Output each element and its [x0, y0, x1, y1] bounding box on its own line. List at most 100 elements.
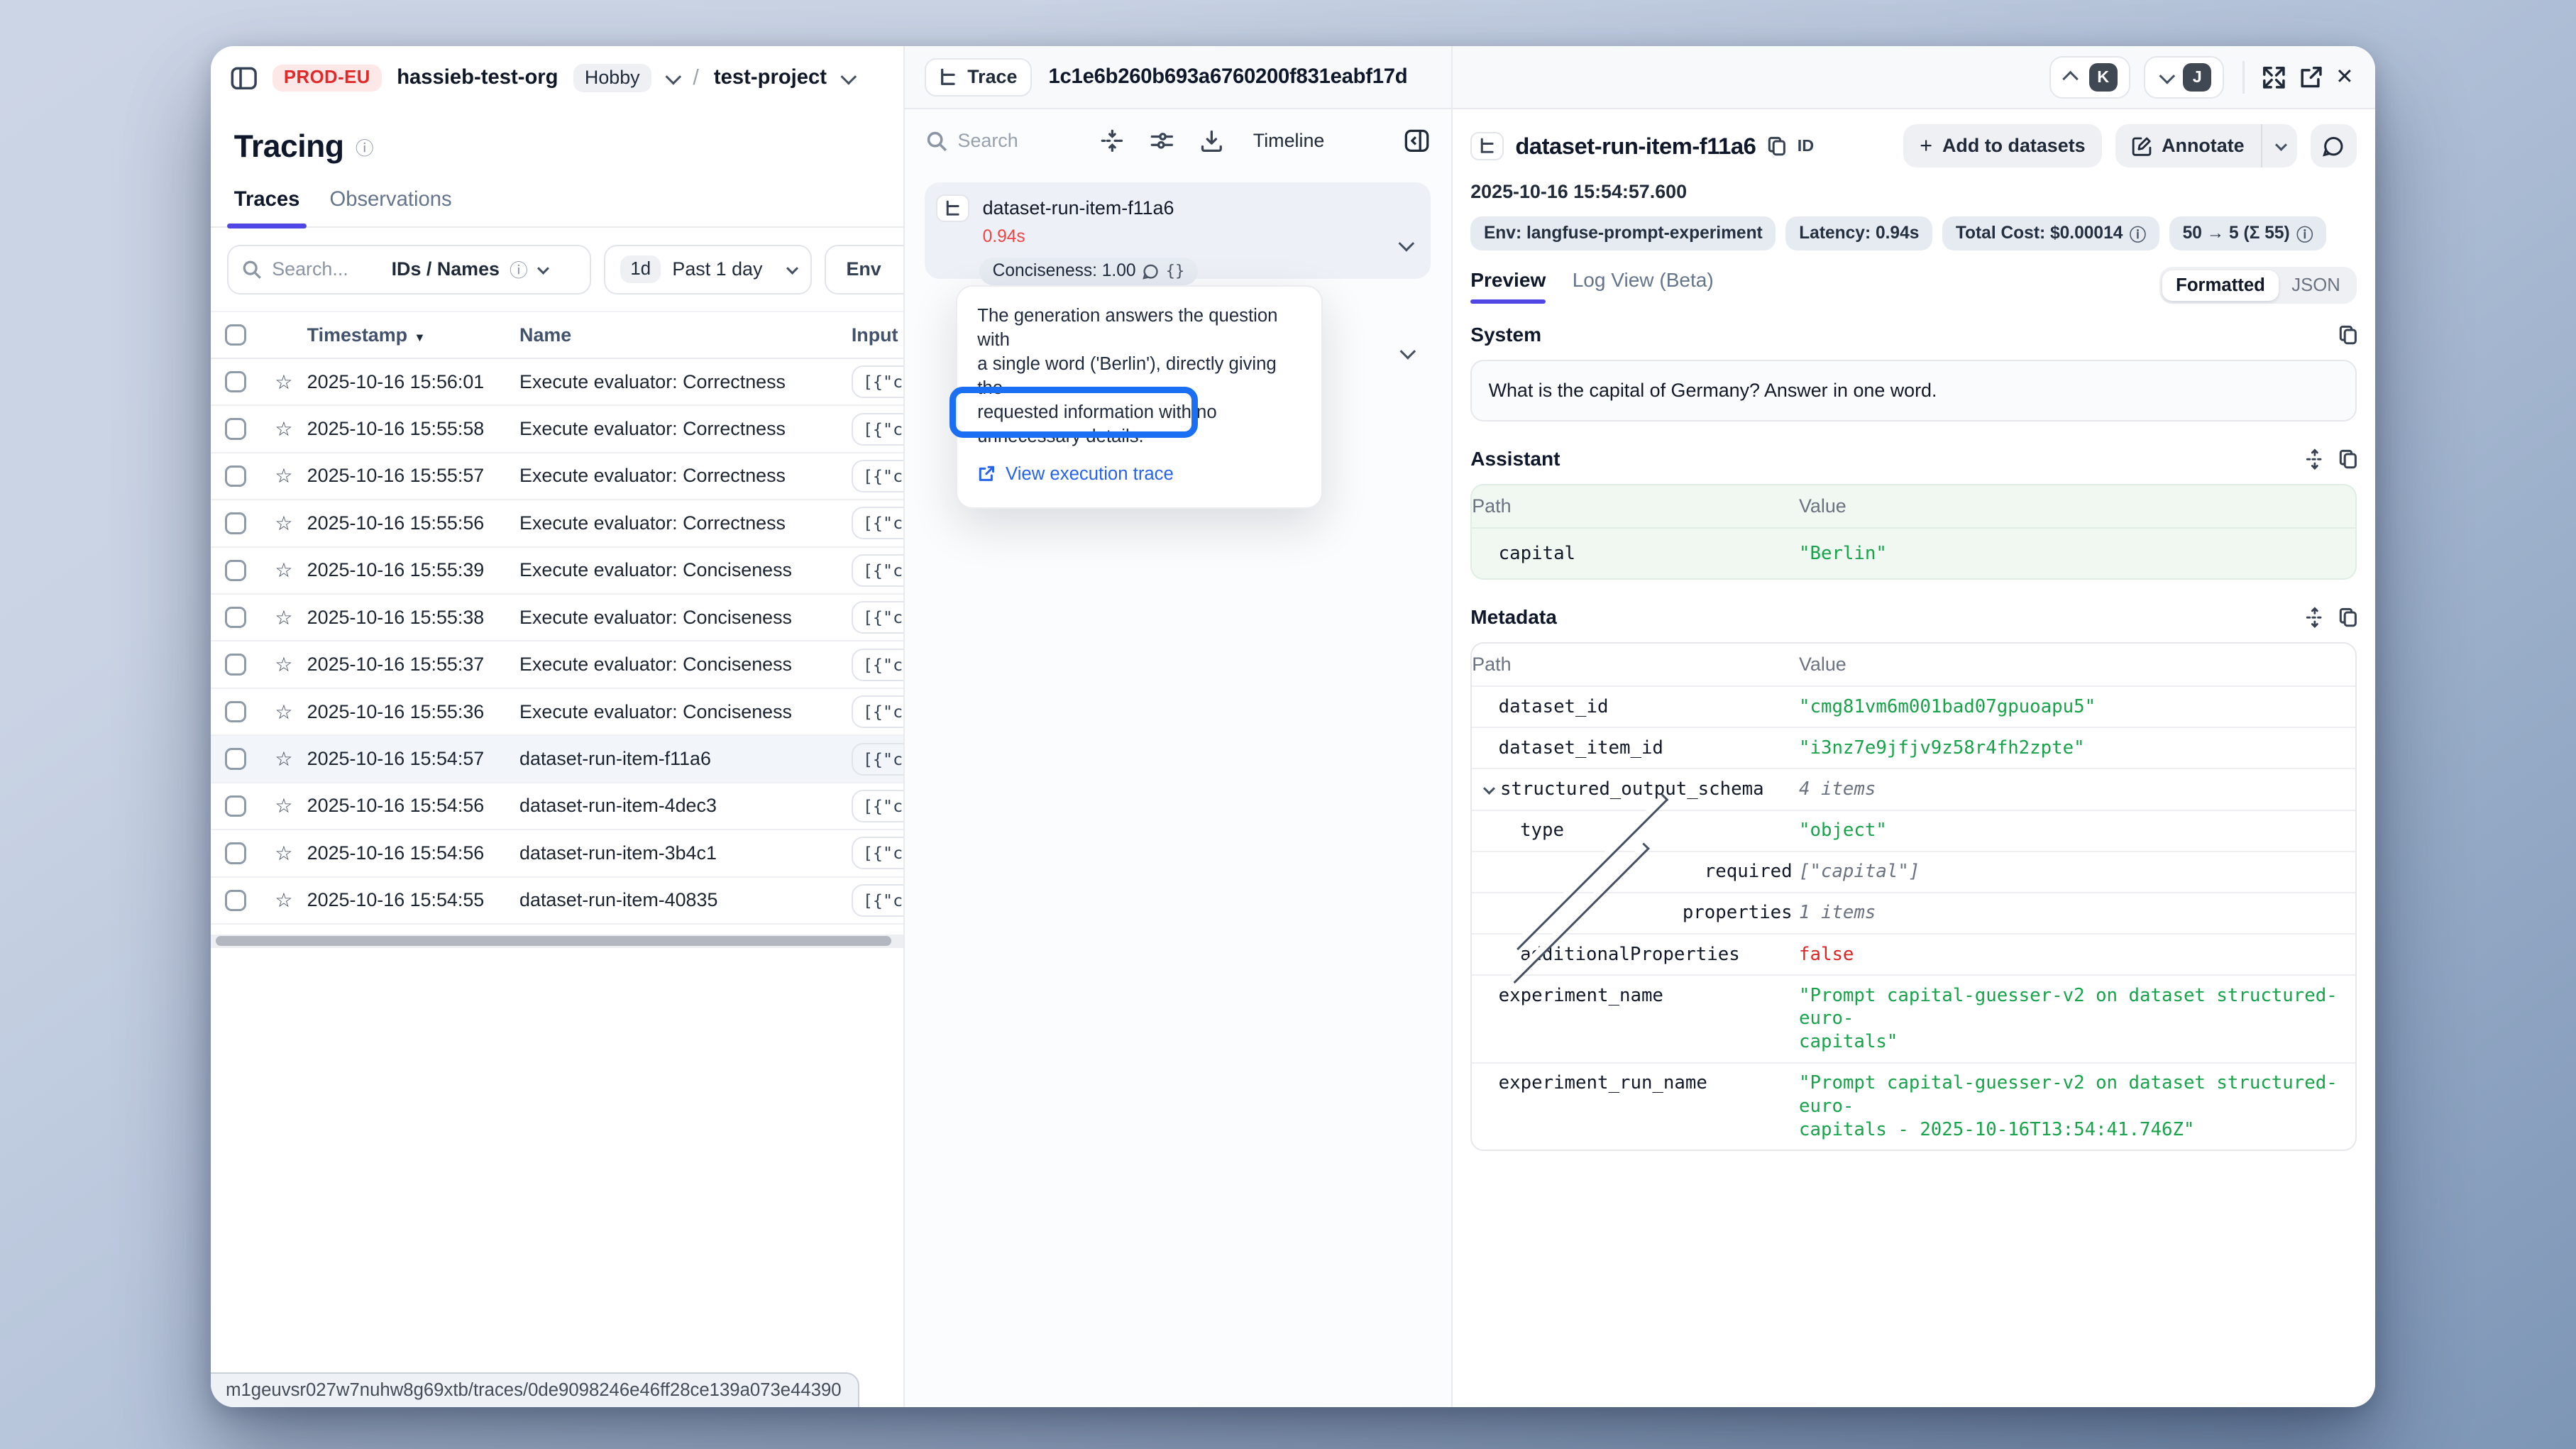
table-row[interactable]: ☆ 2025-10-16 15:55:57 Execute evaluator:… — [211, 453, 903, 500]
copy-icon[interactable] — [2339, 607, 2357, 628]
expand-rows-icon[interactable] — [2306, 448, 2324, 470]
star-icon[interactable]: ☆ — [260, 747, 307, 771]
format-formatted[interactable]: Formatted — [2162, 270, 2278, 301]
copy-icon[interactable] — [2339, 448, 2357, 470]
tree-search-input[interactable] — [958, 130, 1074, 152]
annotate-button[interactable]: Annotate — [2115, 124, 2262, 167]
column-name[interactable]: Name — [519, 324, 852, 346]
tab-preview[interactable]: Preview — [1470, 269, 1546, 302]
project-name[interactable]: test-project — [714, 66, 827, 89]
row-input-preview[interactable]: [{"cor — [852, 649, 903, 681]
copy-icon[interactable] — [2339, 325, 2357, 345]
collapse-all-icon[interactable] — [1101, 129, 1124, 153]
star-icon[interactable]: ☆ — [260, 558, 307, 582]
star-icon[interactable]: ☆ — [260, 888, 307, 912]
annotate-dropdown-button[interactable] — [2262, 124, 2297, 167]
row-checkbox[interactable] — [225, 512, 246, 534]
tab-log-view[interactable]: Log View (Beta) — [1573, 269, 1714, 302]
star-icon[interactable]: ☆ — [260, 653, 307, 676]
env-filter[interactable]: Env — [825, 245, 903, 294]
kv-row-expandable[interactable]: structured_output_schema 4 items — [1472, 769, 2355, 810]
org-name[interactable]: hassieb-test-org — [397, 66, 558, 89]
kv-row[interactable]: capital "Berlin" — [1472, 529, 2355, 578]
tab-traces[interactable]: Traces — [234, 188, 300, 226]
info-icon[interactable]: ⓘ — [2296, 221, 2313, 246]
row-input-preview[interactable]: [{"cor — [852, 790, 903, 822]
row-input-preview[interactable]: [{"cor — [852, 507, 903, 539]
format-json[interactable]: JSON — [2279, 270, 2354, 301]
column-input[interactable]: Input — [852, 324, 903, 346]
info-icon[interactable]: ⓘ — [2130, 221, 2146, 246]
score-badge[interactable]: Conciseness: 1.00 {} — [979, 258, 1198, 286]
horizontal-scrollbar[interactable] — [211, 935, 903, 948]
id-label[interactable]: ID — [1798, 136, 1814, 155]
table-row[interactable]: ☆ 2025-10-16 15:55:36 Execute evaluator:… — [211, 689, 903, 736]
add-to-datasets-button[interactable]: + Add to datasets — [1903, 124, 2102, 167]
row-input-preview[interactable]: [{"cor — [852, 601, 903, 634]
open-in-new-icon[interactable] — [2299, 66, 2323, 89]
scrollbar-thumb[interactable] — [216, 936, 891, 946]
table-row[interactable]: ☆ 2025-10-16 15:55:38 Execute evaluator:… — [211, 595, 903, 641]
row-checkbox[interactable] — [225, 795, 246, 817]
row-input-preview[interactable]: [{"cor — [852, 460, 903, 492]
kv-row[interactable]: dataset_item_id "i3nz7e9jfjv9z58r4fh2zpt… — [1472, 728, 2355, 769]
timeline-toggle[interactable]: Timeline — [1253, 130, 1325, 152]
chevron-down-icon[interactable] — [1483, 783, 1495, 795]
star-icon[interactable]: ☆ — [260, 700, 307, 724]
download-icon[interactable] — [1200, 129, 1223, 153]
kv-row[interactable]: type "object" — [1472, 811, 2355, 852]
filter-settings-icon[interactable] — [1150, 129, 1174, 153]
row-input-preview[interactable]: [{"cor — [852, 743, 903, 776]
row-checkbox[interactable] — [225, 748, 246, 769]
column-timestamp[interactable]: Timestamp▼ — [307, 324, 519, 346]
date-range-filter[interactable]: 1d Past 1 day — [604, 245, 811, 294]
trace-tree-item-selected[interactable]: dataset-run-item-f11a6 0.94s Conciseness… — [925, 182, 1431, 279]
table-row[interactable]: ☆ 2025-10-16 15:55:39 Execute evaluator:… — [211, 548, 903, 595]
row-checkbox[interactable] — [225, 465, 246, 487]
table-row[interactable]: ☆ 2025-10-16 15:54:55 dataset-run-item-4… — [211, 878, 903, 925]
row-checkbox[interactable] — [225, 371, 246, 392]
kv-row[interactable]: experiment_run_name "Prompt capital-gues… — [1472, 1064, 2355, 1150]
scope-chevron-down-icon[interactable] — [537, 263, 549, 275]
info-icon[interactable]: ⓘ — [356, 134, 374, 160]
row-checkbox[interactable] — [225, 842, 246, 864]
org-chevron-down-icon[interactable] — [665, 69, 681, 85]
row-checkbox[interactable] — [225, 418, 246, 439]
kv-row[interactable]: experiment_name "Prompt capital-guesser-… — [1472, 976, 2355, 1064]
collapse-panel-icon[interactable] — [1404, 129, 1429, 153]
copy-icon[interactable] — [1768, 136, 1786, 156]
search-filter[interactable]: IDs / Names ⓘ — [227, 245, 590, 294]
star-icon[interactable]: ☆ — [260, 464, 307, 487]
table-row[interactable]: ☆ 2025-10-16 15:54:56 dataset-run-item-3… — [211, 830, 903, 877]
close-icon[interactable]: ✕ — [2335, 65, 2353, 89]
trace-id[interactable]: 1c1e6b260b693a6760200f831eabf17d — [1049, 65, 1408, 89]
next-item-button[interactable]: J — [2144, 56, 2225, 99]
expand-fullscreen-icon[interactable] — [2262, 66, 2286, 89]
table-row[interactable]: ☆ 2025-10-16 15:55:58 Execute evaluator:… — [211, 406, 903, 453]
star-icon[interactable]: ☆ — [260, 417, 307, 441]
table-row[interactable]: ☆ 2025-10-16 15:56:01 Execute evaluator:… — [211, 359, 903, 406]
row-checkbox[interactable] — [225, 560, 246, 581]
table-row[interactable]: ☆ 2025-10-16 15:55:56 Execute evaluator:… — [211, 500, 903, 547]
search-scope-label[interactable]: IDs / Names — [392, 258, 500, 280]
row-input-preview[interactable]: [{"cor — [852, 695, 903, 728]
project-chevron-down-icon[interactable] — [840, 69, 857, 85]
prev-item-button[interactable]: K — [2049, 56, 2130, 99]
star-icon[interactable]: ☆ — [260, 370, 307, 394]
hidden-item-chevron-down-icon[interactable] — [1399, 343, 1416, 360]
row-input-preview[interactable]: [{"cor — [852, 554, 903, 587]
row-checkbox[interactable] — [225, 890, 246, 911]
tab-observations[interactable]: Observations — [329, 188, 451, 226]
sidebar-toggle-icon[interactable] — [231, 67, 257, 90]
row-input-preview[interactable]: [{"cor — [852, 837, 903, 869]
view-execution-trace-link[interactable]: View execution trace — [977, 464, 1301, 485]
kv-row[interactable]: dataset_id "cmg81vm6m001bad07gpuoapu5" — [1472, 687, 2355, 728]
star-icon[interactable]: ☆ — [260, 842, 307, 865]
row-input-preview[interactable]: [{"cor — [852, 413, 903, 446]
row-checkbox[interactable] — [225, 701, 246, 722]
row-input-preview[interactable]: [{"cor — [852, 365, 903, 398]
row-checkbox[interactable] — [225, 654, 246, 675]
table-row[interactable]: ☆ 2025-10-16 15:54:56 dataset-run-item-4… — [211, 783, 903, 830]
row-checkbox[interactable] — [225, 607, 246, 628]
table-row[interactable]: ☆ 2025-10-16 15:55:37 Execute evaluator:… — [211, 641, 903, 688]
